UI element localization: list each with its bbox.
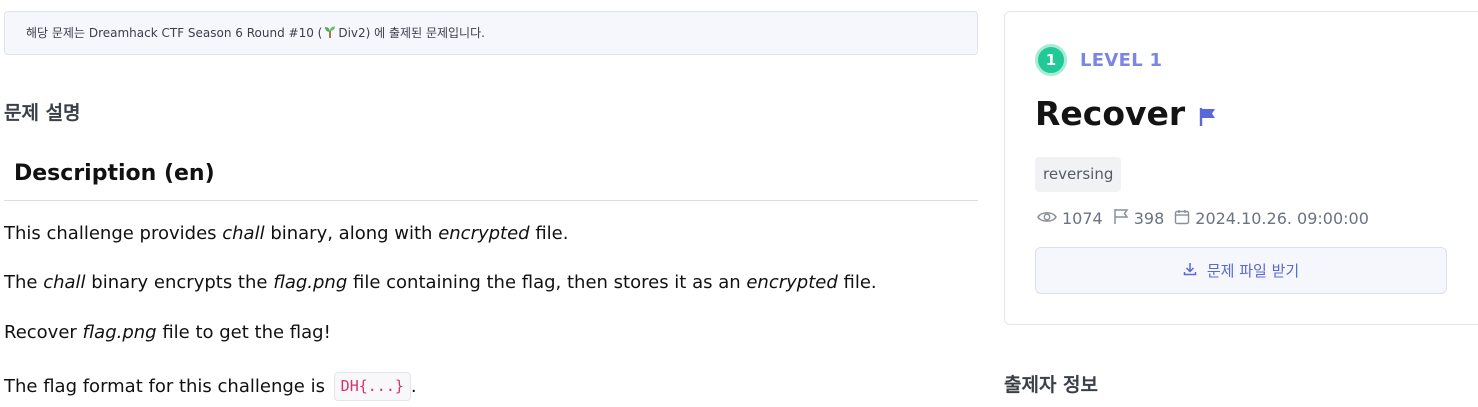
problem-description-title: 문제 설명	[4, 102, 81, 124]
level-badge: 1	[1035, 44, 1067, 76]
category-tag[interactable]: reversing	[1035, 157, 1122, 192]
description-paragraph-4: The flag format for this challenge is DH…	[4, 372, 417, 401]
date-stat: 2024.10.26. 09:00:00	[1174, 209, 1369, 229]
flag-png-filename: flag.png	[82, 322, 157, 343]
challenge-title-text: Recover	[1035, 94, 1186, 133]
description-heading: Description (en)	[14, 161, 215, 186]
challenge-title: Recover	[1035, 92, 1217, 135]
calendar-icon	[1174, 209, 1195, 229]
solves-count: 398	[1133, 209, 1165, 228]
download-button-label: 문제 파일 받기	[1206, 262, 1300, 280]
flag-format-code: DH{...}	[333, 372, 411, 401]
notice-text-suffix: Div2) 에 출제된 문제입니다.	[338, 26, 485, 40]
description-paragraph-1: This challenge provides chall binary, al…	[4, 223, 569, 244]
round-notice: 해당 문제는 Dreamhack CTF Season 6 Round #10 …	[4, 11, 978, 55]
level-label: LEVEL 1	[1080, 49, 1163, 71]
flag-png-filename: flag.png	[273, 272, 348, 293]
heading-divider	[4, 200, 978, 201]
flag-icon[interactable]	[1199, 96, 1217, 135]
encrypted-filename: encrypted	[438, 223, 530, 244]
chall-filename: chall	[43, 272, 86, 293]
challenge-stats: 1074 398 2024.10.26. 09:00:00	[1037, 208, 1379, 229]
views-count: 1074	[1062, 209, 1103, 228]
release-date: 2024.10.26. 09:00:00	[1195, 209, 1369, 228]
description-paragraph-2: The chall binary encrypts the flag.png f…	[4, 272, 877, 293]
solves-stat: 398	[1113, 208, 1165, 229]
encrypted-filename: encrypted	[746, 272, 838, 293]
chall-filename: chall	[222, 223, 265, 244]
sprout-icon	[323, 14, 337, 56]
description-paragraph-3: Recover flag.png file to get the flag!	[4, 322, 331, 343]
level-indicator: 1 LEVEL 1	[1035, 44, 1162, 76]
views-stat: 1074	[1037, 209, 1103, 228]
download-icon	[1183, 262, 1207, 280]
notice-text-prefix: 해당 문제는 Dreamhack CTF Season 6 Round #10 …	[26, 26, 323, 40]
download-files-button[interactable]: 문제 파일 받기	[1035, 247, 1447, 294]
flag-outline-icon	[1113, 208, 1134, 229]
eye-icon	[1037, 209, 1062, 228]
author-info-title: 출제자 정보	[1004, 374, 1099, 396]
